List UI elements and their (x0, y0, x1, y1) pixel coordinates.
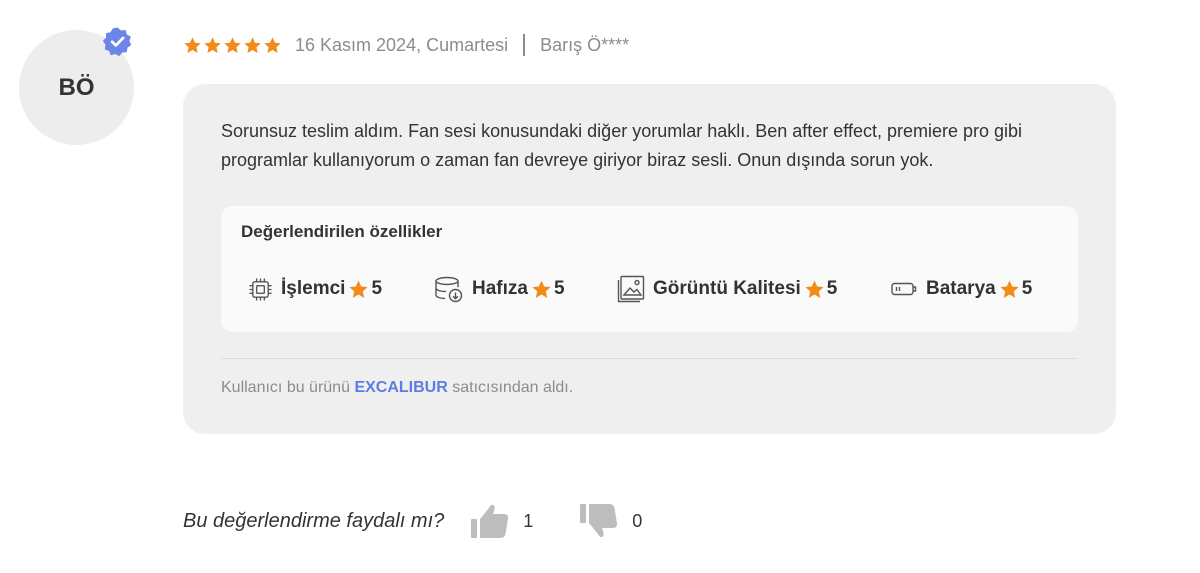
battery-icon (891, 281, 918, 297)
rated-features-panel: Değerlendirilen özellikler İşlemci 5 Haf… (221, 206, 1078, 332)
thumbs-down-button[interactable]: 0 (579, 502, 642, 540)
review-meta: 16 Kasım 2024, Cumartesi Barış Ö**** (183, 32, 629, 58)
cpu-icon (248, 277, 273, 302)
review-card: Sorunsuz teslim aldım. Fan sesi konusund… (183, 84, 1116, 434)
seller-note-prefix: Kullanıcı bu ürünü (221, 379, 350, 396)
star-icon (348, 279, 369, 300)
meta-separator (523, 34, 526, 56)
avatar-initials: BÖ (58, 73, 95, 101)
seller-note-suffix: satıcısından aldı. (452, 379, 574, 396)
review-comment: Sorunsuz teslim aldım. Fan sesi konusund… (221, 121, 1023, 170)
star-icon (804, 279, 825, 300)
rated-features-title: Değerlendirilen özellikler (241, 222, 443, 241)
feature-label: Batarya (926, 278, 996, 299)
thumbs-up-button[interactable]: 1 (470, 502, 533, 540)
star-icon (264, 36, 281, 53)
thumbs-down-count: 0 (632, 510, 643, 531)
feature-score: 5 (1021, 278, 1033, 299)
feature-battery: Batarya 5 (891, 274, 1032, 304)
helpful-question: Bu değerlendirme faydalı mı? (183, 509, 445, 532)
star-icon (184, 36, 201, 53)
feature-label: Hafıza (472, 278, 528, 299)
feature-label: İşlemci (281, 278, 346, 299)
star-icon (531, 279, 552, 300)
thumbs-down-icon (580, 504, 618, 538)
thumbs-up-icon (471, 504, 509, 538)
feature-score: 5 (553, 278, 565, 299)
feature-score: 5 (826, 278, 838, 299)
rating-stars (183, 36, 283, 55)
feature-cpu: İşlemci 5 (248, 274, 382, 304)
verified-check-badge-icon (102, 27, 132, 57)
feature-label: Görüntü Kalitesi (653, 278, 801, 299)
feature-score: 5 (371, 278, 383, 299)
star-icon (244, 36, 261, 53)
feature-memory: Hafıza 5 (434, 274, 565, 304)
feature-display: Görüntü Kalitesi 5 (617, 274, 837, 304)
review-item: BÖ 16 Kasım 2024, Cumartesi Barış Ö**** … (0, 0, 1200, 573)
memory-storage-icon (434, 276, 464, 303)
thumbs-up-count: 1 (523, 510, 534, 531)
review-date: 16 Kasım 2024, Cumartesi (295, 34, 509, 55)
star-icon (999, 279, 1020, 300)
seller-note: Kullanıcı bu ürünü EXCALIBUR satıcısında… (221, 379, 573, 397)
helpful-row: Bu değerlendirme faydalı mı? 1 0 (183, 500, 642, 542)
star-icon (204, 36, 221, 53)
review-author: Barış Ö**** (540, 34, 630, 55)
seller-link[interactable]: EXCALIBUR (354, 379, 447, 396)
star-icon (224, 36, 241, 53)
image-quality-icon (617, 275, 645, 303)
card-divider (221, 358, 1078, 359)
